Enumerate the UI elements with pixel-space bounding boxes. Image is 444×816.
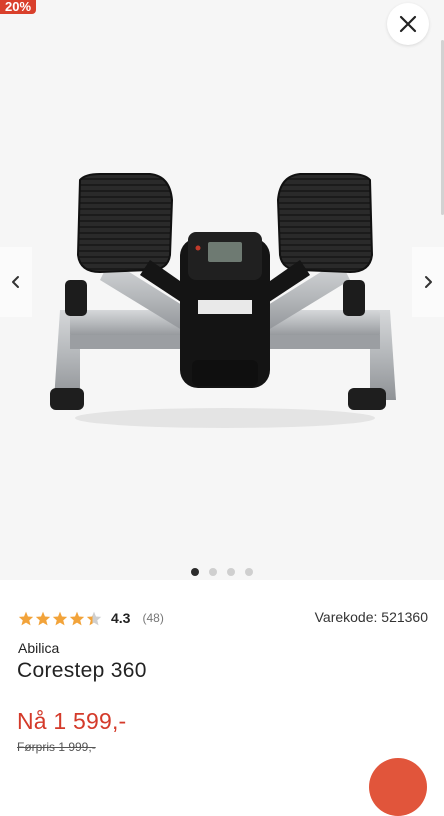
product-code: Varekode: 521360 [314,609,428,625]
pagination-dot[interactable] [209,568,217,576]
star-rating [18,611,102,626]
chevron-right-icon [425,276,432,288]
close-button[interactable] [387,3,429,45]
stepper-product-image [50,173,396,428]
current-price: Nå 1 599,- [17,708,127,734]
star-partial-icon [86,611,102,625]
product-info: 4.3 (48) Varekode: 521360 Abilica Corest… [0,580,444,768]
pagination-dot[interactable] [245,568,253,576]
star-icon [35,611,51,625]
star-icon [18,611,34,625]
rating[interactable]: 4.3 (48) [18,610,164,626]
chevron-left-icon [12,276,19,288]
product-title: Corestep 360 [17,659,147,682]
close-icon [399,15,417,33]
next-image-button[interactable] [412,247,444,317]
star-icon [52,611,68,625]
review-count[interactable]: (48) [142,611,163,625]
image-pagination [0,568,444,576]
discount-badge: 20% [0,0,37,14]
brand-name[interactable]: Abilica [18,640,59,656]
star-icon [69,611,85,625]
floating-action-button[interactable] [369,758,427,816]
rating-value: 4.3 [111,610,131,626]
product-image-gallery[interactable]: 20% [0,0,444,580]
previous-image-button[interactable] [0,247,32,317]
previous-price: Førpris 1 999,- [17,740,96,754]
pagination-dot[interactable] [227,568,235,576]
pagination-dot[interactable] [191,568,199,576]
